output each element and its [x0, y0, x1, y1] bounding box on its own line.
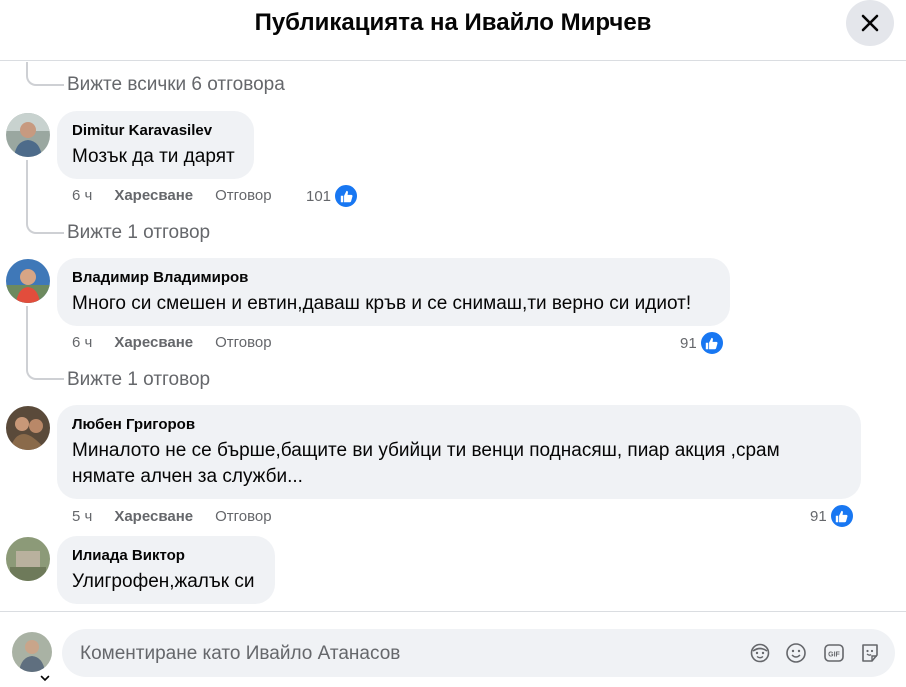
- like-button[interactable]: Харесване: [114, 186, 193, 206]
- dialog-header: Публикацията на Ивайло Мирчев: [0, 0, 906, 61]
- comment-bubble: Илиада Виктор Улигрофен,жалък си: [57, 536, 275, 604]
- dialog-title: Публикацията на Ивайло Мирчев: [254, 9, 652, 36]
- like-icon: [698, 330, 725, 356]
- reply-button[interactable]: Отговор: [215, 186, 272, 206]
- reaction-count[interactable]: 91: [810, 503, 855, 529]
- comment-author[interactable]: Илиада Виктор: [72, 546, 260, 565]
- thread-line: [26, 354, 64, 380]
- chevron-down-icon: [40, 675, 50, 682]
- profile-switch-button[interactable]: [36, 669, 54, 687]
- thread-line: [26, 160, 28, 210]
- view-replies-link[interactable]: Вижте 1 отговор: [67, 222, 210, 244]
- comment-bubble: Любен Григоров Миналото не се бърше,бащи…: [57, 405, 861, 499]
- like-icon: [333, 183, 360, 209]
- gif-icon[interactable]: GIF: [822, 641, 846, 665]
- comment-composer-bar: GIF: [0, 611, 906, 687]
- comment-actions: 6 ч Харесване Отговор: [72, 186, 272, 206]
- sticker-icon[interactable]: [858, 641, 882, 665]
- close-icon: [861, 14, 879, 32]
- svg-text:GIF: GIF: [828, 652, 840, 659]
- emoji-icon[interactable]: [784, 641, 808, 665]
- comment-author[interactable]: Dimitur Karavasilev: [72, 121, 239, 140]
- comment-text-line-2: нямате алчен за служби...: [72, 466, 303, 487]
- avatar[interactable]: [6, 113, 50, 157]
- comment-author[interactable]: Любен Григоров: [72, 415, 846, 434]
- comment-author[interactable]: Владимир Владимиров: [72, 268, 715, 287]
- thread-line: [26, 306, 28, 356]
- reply-button[interactable]: Отговор: [215, 333, 272, 353]
- comment-actions: 6 ч Харесване Отговор: [72, 333, 272, 353]
- avatar[interactable]: [6, 537, 50, 581]
- view-all-replies-link[interactable]: Вижте всички 6 отговора: [67, 74, 285, 96]
- reaction-count-text: 91: [810, 507, 827, 525]
- reaction-count[interactable]: 91: [680, 330, 725, 356]
- reaction-count-text: 91: [680, 334, 697, 352]
- thread-line: [26, 208, 64, 234]
- comment-text: Много си смешен и евтин,даваш кръв и се …: [72, 293, 692, 314]
- like-icon: [828, 503, 855, 529]
- close-button[interactable]: [846, 0, 894, 46]
- view-replies-link[interactable]: Вижте 1 отговор: [67, 369, 210, 391]
- comment-input[interactable]: [78, 629, 722, 679]
- thread-line: [26, 62, 64, 86]
- comment-text: Мозък да ти дарят: [72, 146, 235, 167]
- like-button[interactable]: Харесване: [114, 333, 193, 353]
- avatar[interactable]: [6, 259, 50, 303]
- comment-text-line-1: Миналото не се бърше,бащите ви убийци ти…: [72, 440, 780, 461]
- comment-input-container[interactable]: GIF: [62, 629, 895, 679]
- comment-actions: 5 ч Харесване Отговор: [72, 507, 272, 527]
- avatar-sticker-icon[interactable]: [748, 641, 772, 665]
- reply-button[interactable]: Отговор: [215, 507, 272, 527]
- comment-bubble: Dimitur Karavasilev Мозък да ти дарят: [57, 111, 254, 179]
- comment-time[interactable]: 6 ч: [72, 333, 92, 353]
- comment-time[interactable]: 6 ч: [72, 186, 92, 206]
- like-button[interactable]: Харесване: [114, 507, 193, 527]
- avatar[interactable]: [6, 406, 50, 450]
- comment-time[interactable]: 5 ч: [72, 507, 92, 527]
- current-user-avatar[interactable]: [12, 632, 52, 672]
- reaction-count-text: 101: [306, 187, 332, 205]
- comment-bubble: Владимир Владимиров Много си смешен и ев…: [57, 258, 730, 326]
- comment-text: Улигрофен,жалък си: [72, 571, 255, 592]
- reaction-count[interactable]: 101: [306, 183, 360, 209]
